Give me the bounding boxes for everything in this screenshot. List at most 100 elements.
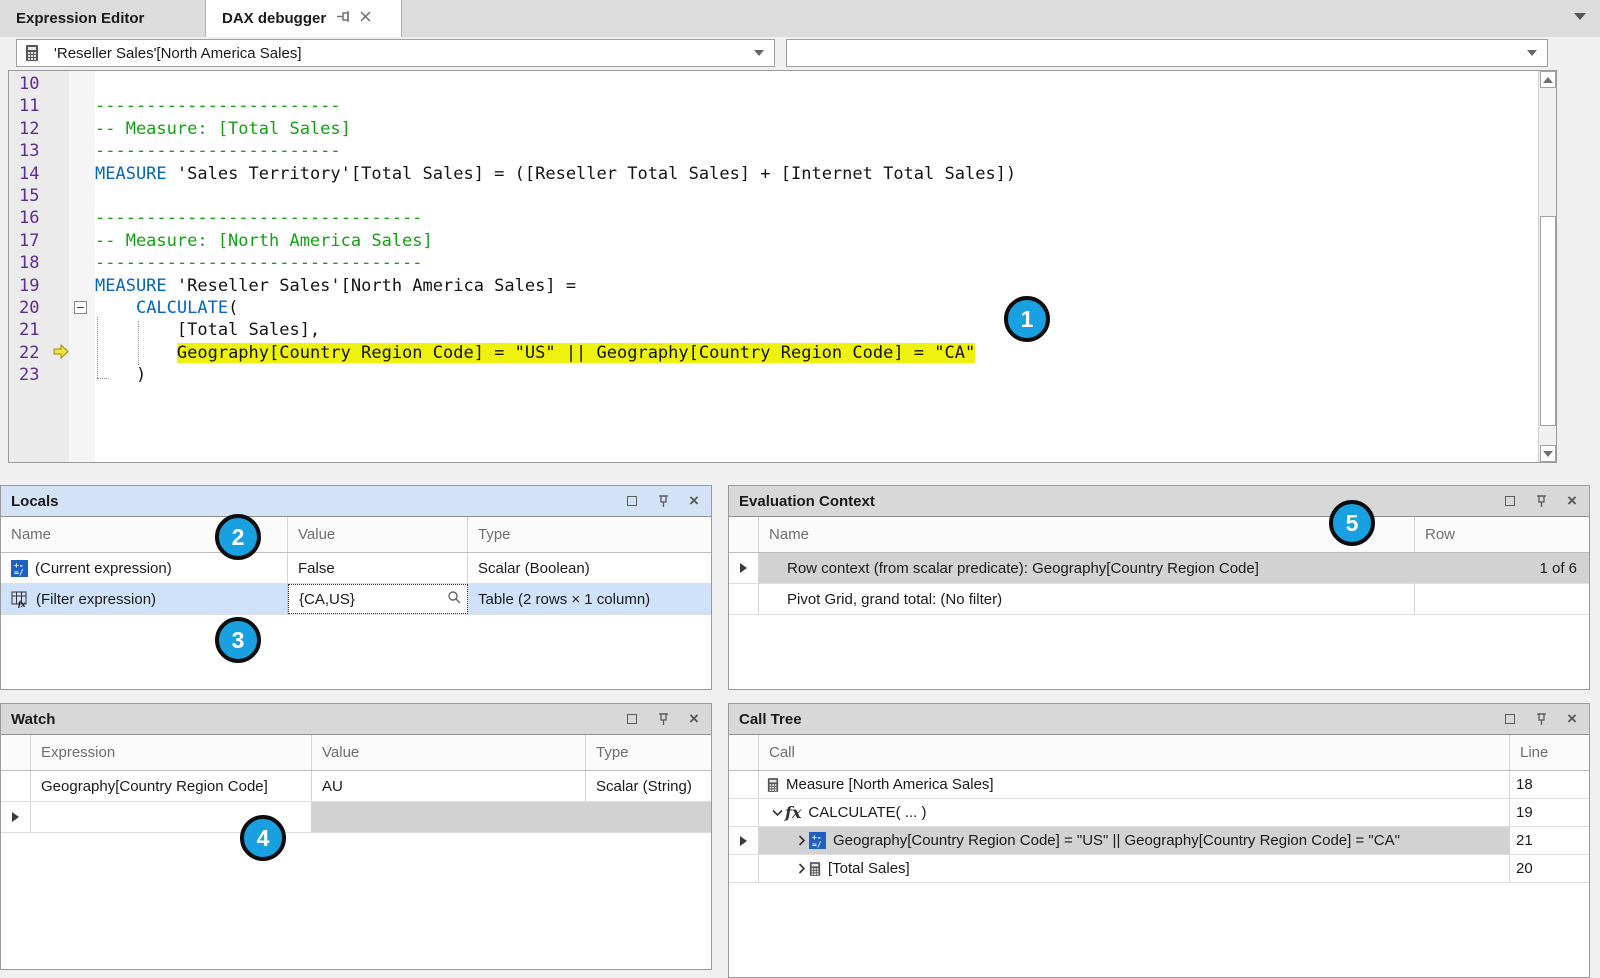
- watch-row[interactable]: Geography[Country Region Code] AU Scalar…: [1, 771, 711, 802]
- call-tree-row-calculate[interactable]: fx CALCULATE( ... ) 19: [729, 799, 1589, 827]
- column-header-line: Line: [1510, 735, 1589, 770]
- locals-grid: Name Value Type +-=/ (Current expression…: [1, 516, 711, 689]
- call-line: 19: [1516, 804, 1533, 821]
- expression-selector-value: 'Reseller Sales'[North America Sales]: [54, 45, 302, 62]
- pin-icon[interactable]: [1534, 712, 1548, 726]
- pin-icon[interactable]: [336, 9, 351, 28]
- tab-expression-editor[interactable]: Expression Editor: [0, 0, 206, 37]
- pin-icon[interactable]: [656, 712, 670, 726]
- chevron-right-icon[interactable]: [793, 863, 809, 874]
- code-lines[interactable]: 10 11------------------------ 12-- Measu…: [9, 73, 1538, 386]
- fx-icon: fx: [785, 803, 801, 822]
- code-line: 16--------------------------------: [9, 207, 1538, 229]
- line-number: 14: [9, 163, 69, 185]
- scroll-down-button[interactable]: [1540, 445, 1556, 462]
- maximize-icon[interactable]: [1503, 494, 1517, 508]
- tab-overflow-dropdown-icon[interactable]: [1574, 13, 1586, 20]
- tab-dax-debugger[interactable]: DAX debugger: [206, 0, 402, 38]
- close-icon[interactable]: ×: [1565, 494, 1579, 508]
- line-number: 20: [9, 297, 69, 319]
- pin-icon[interactable]: [1534, 494, 1548, 508]
- chevron-down-icon[interactable]: [754, 50, 764, 56]
- line-number: 11: [9, 95, 69, 117]
- evaluation-context-row-pivot[interactable]: Pivot Grid, grand total: (No filter): [729, 584, 1589, 615]
- expression-selector-combobox[interactable]: 'Reseller Sales'[North America Sales]: [16, 39, 775, 67]
- tab-dax-debugger-label: DAX debugger: [222, 10, 326, 27]
- code-line: 20 CALCULATE(: [9, 297, 1538, 319]
- line-number: 15: [9, 185, 69, 207]
- line-number: 16: [9, 207, 69, 229]
- watch-panel-titlebar: Watch ×: [1, 704, 711, 734]
- evaluation-context-title: Evaluation Context: [739, 493, 875, 510]
- call-label: [Total Sales]: [828, 860, 910, 877]
- fold-collapse-icon[interactable]: [74, 301, 87, 314]
- filter-table-icon: fx: [11, 591, 29, 608]
- column-header-value: Value: [288, 517, 468, 552]
- watch-value: AU: [322, 778, 343, 795]
- line-number: 19: [9, 275, 69, 297]
- chevron-down-icon[interactable]: [1527, 50, 1537, 56]
- column-header-call: Call: [759, 735, 1510, 770]
- watch-type: Scalar (String): [596, 778, 692, 795]
- call-tree-row-measure[interactable]: Measure [North America Sales] 18: [729, 771, 1589, 799]
- call-tree-row-predicate[interactable]: +-=/ Geography[Country Region Code] = "U…: [729, 827, 1589, 855]
- line-number: 17: [9, 230, 69, 252]
- secondary-selector-combobox[interactable]: [786, 39, 1548, 67]
- local-value: False: [298, 560, 335, 577]
- context-name: Row context (from scalar predicate): Geo…: [787, 560, 1259, 577]
- svg-text:=/: =/: [812, 840, 822, 849]
- code-line: 13------------------------: [9, 140, 1538, 162]
- indent-guide: [138, 321, 140, 365]
- local-type: Table (2 rows × 1 column): [478, 591, 650, 608]
- magnifier-icon[interactable]: [447, 590, 461, 608]
- fold-bracket-tick: [97, 378, 107, 380]
- watch-grid-header: Expression Value Type: [1, 735, 711, 771]
- evaluation-context-titlebar: Evaluation Context ×: [729, 486, 1589, 516]
- toolbar: 'Reseller Sales'[North America Sales]: [0, 37, 1600, 70]
- locals-row-current-expression[interactable]: +-=/ (Current expression) False Scalar (…: [1, 553, 711, 584]
- editor-vertical-scrollbar[interactable]: [1538, 71, 1556, 462]
- callout-1: 1: [1004, 296, 1050, 342]
- maximize-icon[interactable]: [625, 494, 639, 508]
- close-icon[interactable]: ×: [687, 494, 701, 508]
- watch-new-row[interactable]: [1, 802, 711, 833]
- close-icon[interactable]: ×: [1565, 712, 1579, 726]
- pin-icon[interactable]: [656, 494, 670, 508]
- maximize-icon[interactable]: [625, 712, 639, 726]
- callout-2: 2: [215, 514, 261, 560]
- chevron-down-icon[interactable]: [769, 807, 785, 818]
- maximize-icon[interactable]: [1503, 712, 1517, 726]
- call-line: 18: [1516, 776, 1533, 793]
- column-header-type: Type: [468, 517, 711, 552]
- evaluation-context-grid: Name Row Row context (from scalar predic…: [729, 516, 1589, 689]
- fold-bracket-line: [97, 317, 99, 378]
- watch-panel: Watch × Expression Value Type Geography[…: [0, 703, 712, 970]
- local-value: {CA,US}: [299, 591, 355, 608]
- locals-panel: Locals × Name Value Type +-=/ (Current e…: [0, 485, 712, 690]
- chevron-right-icon[interactable]: [793, 835, 809, 846]
- close-icon[interactable]: ×: [687, 712, 701, 726]
- code-line: 12-- Measure: [Total Sales]: [9, 118, 1538, 140]
- column-header-value: Value: [312, 735, 586, 770]
- call-line: 20: [1516, 860, 1533, 877]
- locals-panel-title: Locals: [11, 493, 59, 510]
- call-tree-row-total-sales[interactable]: [Total Sales] 20: [729, 855, 1589, 883]
- scrollbar-thumb[interactable]: [1540, 216, 1556, 426]
- callout-3: 3: [215, 617, 261, 663]
- tab-strip: Expression Editor DAX debugger: [0, 0, 1600, 38]
- dax-code-editor[interactable]: 10 11------------------------ 12-- Measu…: [8, 70, 1557, 463]
- evaluation-context-header: Name Row: [729, 517, 1589, 553]
- expression-icon: +-=/: [809, 832, 826, 849]
- column-header-type: Type: [586, 735, 711, 770]
- evaluation-context-row-context[interactable]: Row context (from scalar predicate): Geo…: [729, 553, 1589, 584]
- call-label: CALCULATE( ... ): [808, 804, 926, 821]
- context-name: Pivot Grid, grand total: (No filter): [787, 591, 1002, 608]
- code-line: 23 ): [9, 364, 1538, 386]
- call-tree-title: Call Tree: [739, 711, 802, 728]
- close-icon[interactable]: [359, 10, 372, 27]
- line-number: 10: [9, 73, 69, 95]
- watch-expression: Geography[Country Region Code]: [41, 778, 268, 795]
- call-label: Measure [North America Sales]: [786, 776, 994, 793]
- scroll-up-button[interactable]: [1540, 71, 1556, 88]
- locals-row-filter-expression[interactable]: fx (Filter expression) {CA,US} Table (2 …: [1, 584, 711, 615]
